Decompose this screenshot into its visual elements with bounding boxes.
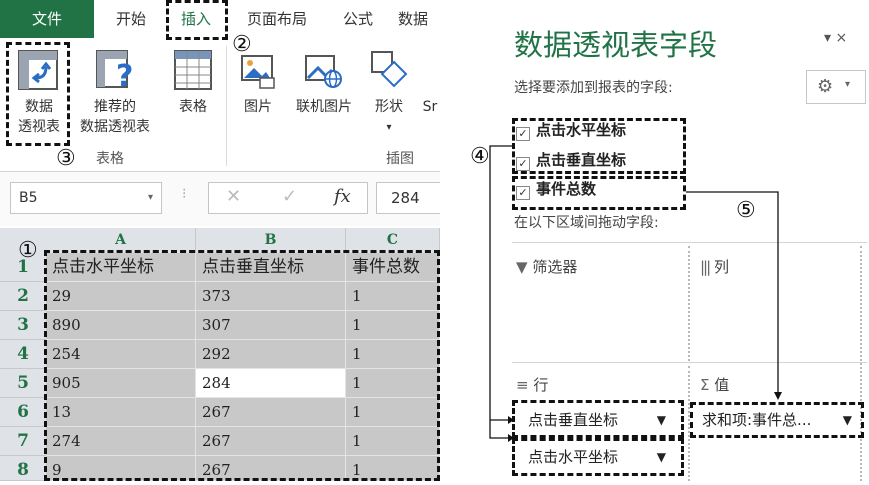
annotation-arrows bbox=[489, 145, 782, 442]
